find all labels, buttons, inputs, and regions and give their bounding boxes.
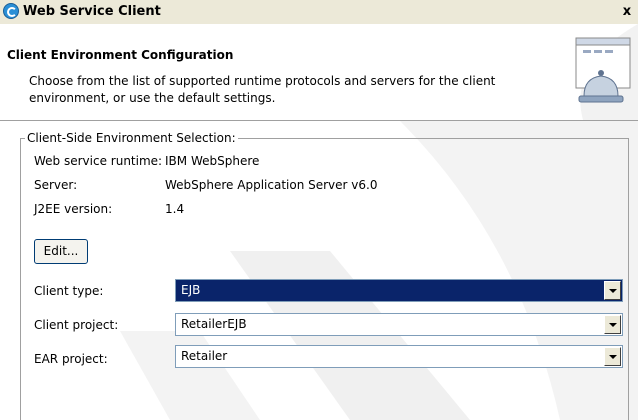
page-description: Choose from the list of supported runtim… (29, 74, 496, 105)
wizard-window: Web Service Client x Client Environment … (0, 0, 638, 420)
chevron-down-icon[interactable] (604, 281, 621, 300)
client-project-value: RetailerEJB (181, 317, 247, 331)
client-project-select[interactable]: RetailerEJB (175, 313, 623, 336)
ear-project-value: Retailer (181, 349, 228, 363)
runtime-value: IBM WebSphere (165, 154, 260, 168)
edit-button[interactable]: Edit... (34, 239, 88, 264)
server-label: Server: (34, 178, 78, 192)
chevron-down-icon[interactable] (604, 347, 621, 366)
ear-project-label: EAR project: (34, 352, 108, 366)
server-value: WebSphere Application Server v6.0 (165, 178, 378, 192)
header-banner: Client Environment Configuration Choose … (0, 24, 638, 121)
wizard-body: Client-Side Environment Selection: Web s… (0, 121, 638, 420)
client-project-label: Client project: (34, 318, 119, 332)
j2ee-version-value: 1.4 (165, 202, 185, 216)
client-type-select[interactable]: EJB (175, 279, 623, 302)
title-bar: Web Service Client x (0, 0, 638, 25)
environment-group-label: Client-Side Environment Selection: (25, 131, 238, 145)
close-button[interactable]: x (619, 3, 635, 20)
runtime-label: Web service runtime: (34, 154, 163, 168)
ear-project-select[interactable]: Retailer (175, 345, 623, 368)
client-type-value: EJB (181, 283, 201, 297)
j2ee-version-label: J2EE version: (34, 202, 113, 216)
window-title: Web Service Client (23, 4, 161, 19)
eclipse-icon (3, 3, 19, 19)
chevron-down-icon[interactable] (604, 315, 621, 334)
client-type-label: Client type: (34, 284, 104, 298)
page-title: Client Environment Configuration (7, 48, 234, 62)
service-bell-icon (575, 24, 638, 120)
